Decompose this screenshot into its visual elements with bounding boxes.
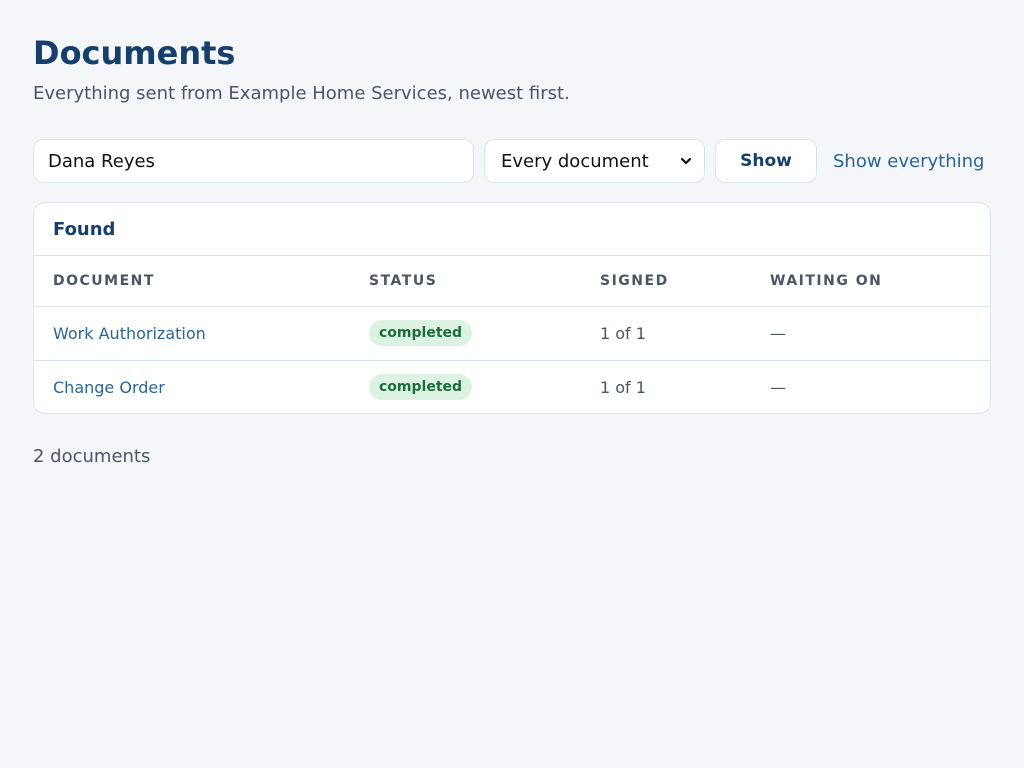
filter-toolbar: Every document Show Show everything bbox=[33, 139, 991, 183]
status-cell: completed bbox=[350, 306, 581, 361]
signed-cell: 1 of 1 bbox=[600, 377, 646, 397]
document-cell: Work Authorization bbox=[34, 306, 350, 361]
document-cell: Change Order bbox=[34, 360, 350, 413]
signed-cell: 1 of 1 bbox=[581, 306, 751, 361]
search-input[interactable] bbox=[33, 139, 474, 183]
document-link[interactable]: Change Order bbox=[53, 378, 165, 397]
page-subtitle: Everything sent from Example Home Servic… bbox=[33, 83, 570, 104]
waiting-on-cell: — bbox=[770, 377, 786, 397]
column-header-signed: SIGNED bbox=[581, 256, 751, 307]
show-button[interactable]: Show bbox=[715, 139, 817, 183]
chevron-down-icon bbox=[680, 157, 692, 165]
page-title: Documents bbox=[33, 34, 236, 72]
document-count: 2 documents bbox=[33, 446, 151, 467]
table-header-row: DOCUMENT STATUS SIGNED WAITING ON bbox=[34, 256, 990, 307]
results-card: Found DOCUMENT STATUS SIGNED WAITING ON … bbox=[33, 202, 991, 414]
status-badge: completed bbox=[369, 374, 473, 401]
waiting-on-cell: — bbox=[751, 306, 990, 361]
column-header-status: STATUS bbox=[350, 256, 581, 307]
column-header-waiting-on: WAITING ON bbox=[751, 256, 990, 307]
status-badge: completed bbox=[369, 320, 473, 346]
documents-table: DOCUMENT STATUS SIGNED WAITING ON Work A… bbox=[34, 256, 990, 413]
table-row: Work Authorization completed 1 of 1 — bbox=[34, 306, 990, 361]
document-type-selected-value: Every document bbox=[501, 150, 649, 172]
document-link[interactable]: Work Authorization bbox=[53, 324, 206, 343]
document-type-select[interactable]: Every document bbox=[484, 139, 705, 183]
status-cell: completed bbox=[350, 360, 581, 413]
table-row: Change Order completed 1 of 1 — bbox=[34, 360, 990, 413]
column-header-document: DOCUMENT bbox=[34, 256, 350, 307]
show-everything-link[interactable]: Show everything bbox=[833, 139, 984, 183]
results-title: Found bbox=[34, 203, 990, 256]
